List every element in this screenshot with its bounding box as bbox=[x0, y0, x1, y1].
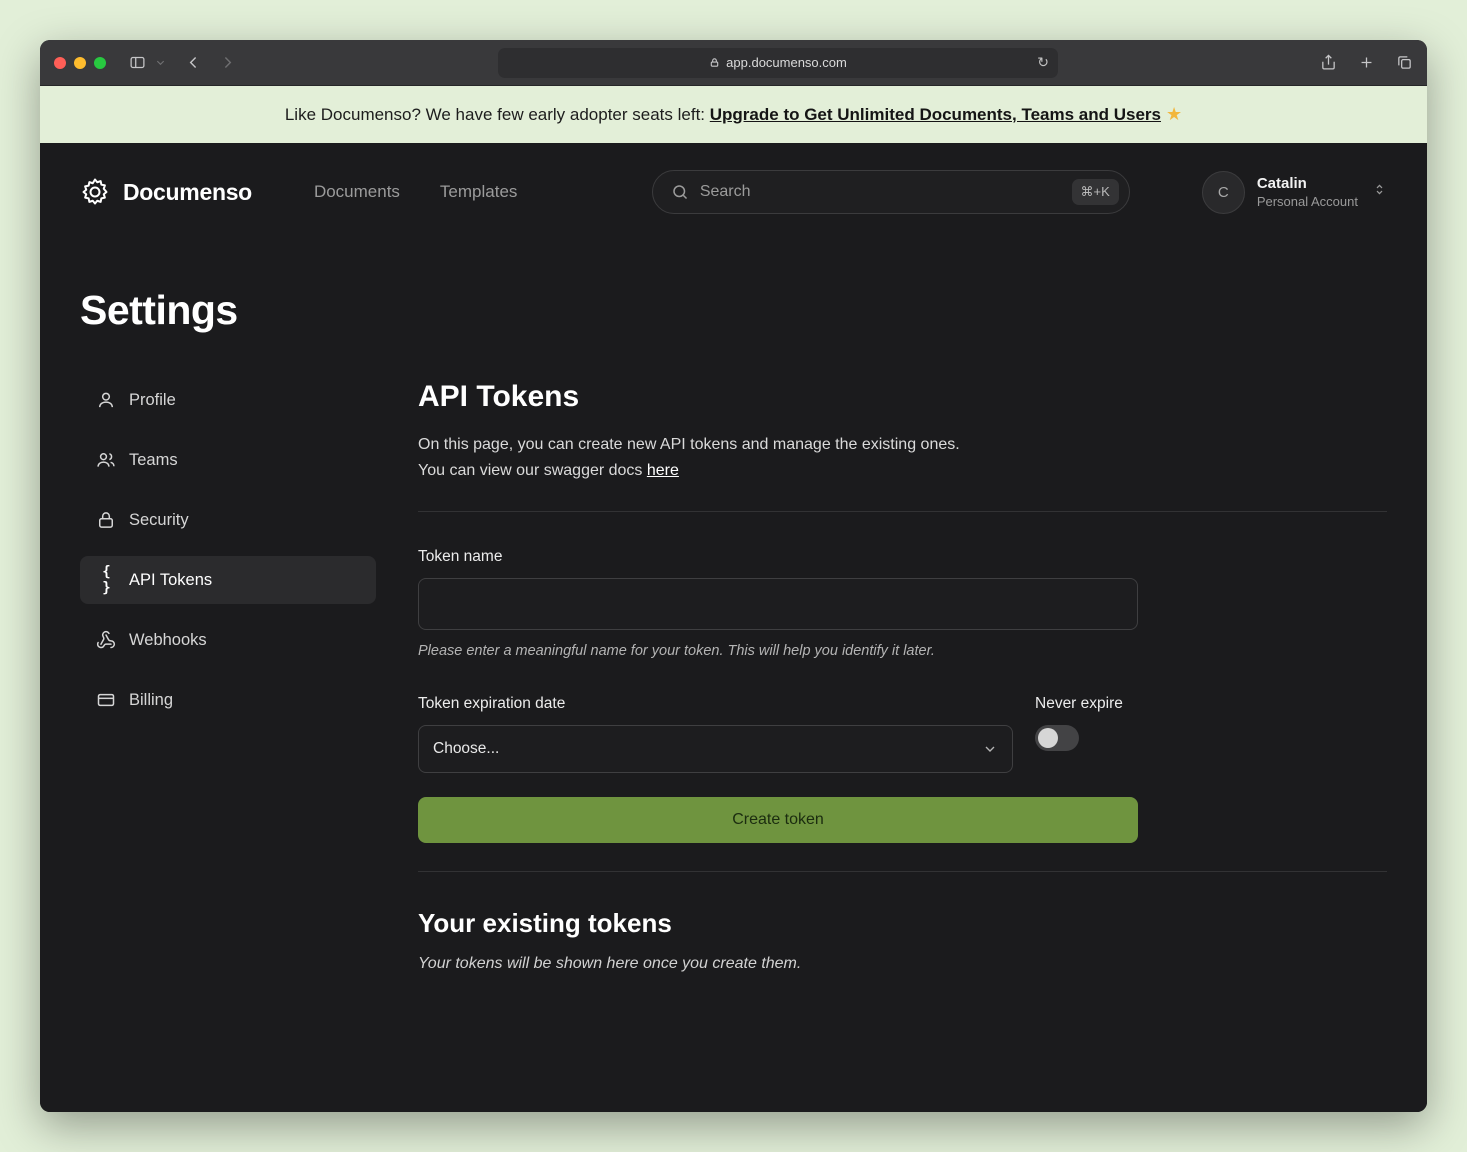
existing-tokens-heading: Your existing tokens bbox=[418, 908, 1387, 939]
expiration-column: Token expiration date Choose... bbox=[418, 659, 1013, 773]
app-header: Documenso Documents Templates ⌘+K C Cata… bbox=[80, 143, 1387, 241]
account-name: Catalin bbox=[1257, 175, 1358, 192]
search-bar[interactable]: ⌘+K bbox=[652, 170, 1130, 214]
search-shortcut-badge: ⌘+K bbox=[1072, 179, 1119, 205]
expiration-row: Token expiration date Choose... Never ex… bbox=[418, 659, 1387, 773]
account-meta: Catalin Personal Account bbox=[1257, 175, 1358, 209]
back-button[interactable] bbox=[185, 54, 202, 71]
search-icon bbox=[671, 183, 689, 201]
swagger-docs-link[interactable]: here bbox=[647, 462, 679, 479]
url-text: app.documenso.com bbox=[726, 55, 847, 70]
description-line-2: You can view our swagger docs bbox=[418, 462, 647, 479]
credit-card-icon bbox=[96, 690, 116, 710]
sidebar-item-label: Webhooks bbox=[129, 631, 207, 650]
token-name-help: Please enter a meaningful name for your … bbox=[418, 643, 1387, 659]
divider bbox=[418, 871, 1387, 872]
browser-window: app.documenso.com ↻ Like Documenso? We h… bbox=[40, 40, 1427, 1112]
section-heading: API Tokens bbox=[418, 380, 1387, 414]
api-tokens-panel: API Tokens On this page, you can create … bbox=[418, 376, 1387, 973]
page-title: Settings bbox=[80, 287, 1387, 334]
nav-documents[interactable]: Documents bbox=[314, 182, 400, 202]
never-expire-toggle[interactable] bbox=[1035, 725, 1079, 751]
create-token-button[interactable]: Create token bbox=[418, 797, 1138, 843]
avatar: C bbox=[1202, 171, 1245, 214]
account-menu[interactable]: C Catalin Personal Account bbox=[1202, 171, 1387, 214]
section-description: On this page, you can create new API tok… bbox=[418, 432, 1387, 483]
braces-icon: { } bbox=[96, 564, 116, 596]
upgrade-link[interactable]: Upgrade to Get Unlimited Documents, Team… bbox=[710, 105, 1161, 124]
primary-nav: Documents Templates bbox=[314, 182, 517, 202]
divider bbox=[418, 511, 1387, 512]
sidebar-toggle-icon[interactable] bbox=[129, 54, 146, 71]
sidebar-item-label: Teams bbox=[129, 451, 178, 470]
user-icon bbox=[96, 390, 116, 410]
account-type: Personal Account bbox=[1257, 194, 1358, 209]
expiration-label: Token expiration date bbox=[418, 695, 1013, 713]
share-icon[interactable] bbox=[1320, 54, 1337, 71]
token-name-label: Token name bbox=[418, 548, 1387, 566]
tab-overview-icon[interactable] bbox=[1396, 54, 1413, 71]
brand[interactable]: Documenso bbox=[80, 177, 252, 207]
expiration-select[interactable]: Choose... bbox=[418, 725, 1013, 773]
documenso-logo-icon bbox=[80, 177, 110, 207]
brand-name: Documenso bbox=[123, 179, 252, 206]
browser-toolbar: app.documenso.com ↻ bbox=[40, 40, 1427, 86]
sidebar-item-webhooks[interactable]: Webhooks bbox=[80, 616, 376, 664]
sidebar-item-security[interactable]: Security bbox=[80, 496, 376, 544]
zoom-window-button[interactable] bbox=[94, 57, 106, 69]
never-expire-label: Never expire bbox=[1035, 695, 1123, 713]
chevron-down-icon bbox=[982, 741, 998, 757]
expiration-selected-value: Choose... bbox=[433, 740, 499, 758]
sidebar-item-billing[interactable]: Billing bbox=[80, 676, 376, 724]
users-icon bbox=[96, 450, 116, 470]
sidebar-item-label: Security bbox=[129, 511, 189, 530]
forward-button[interactable] bbox=[219, 54, 236, 71]
settings-layout: Profile Teams Security { } API Tokens We… bbox=[80, 376, 1387, 973]
sidebar-item-label: Billing bbox=[129, 691, 173, 710]
toggle-knob bbox=[1038, 728, 1058, 748]
new-tab-icon[interactable] bbox=[1358, 54, 1375, 71]
existing-tokens-empty-text: Your tokens will be shown here once you … bbox=[418, 955, 1387, 973]
chevron-up-down-icon bbox=[1372, 182, 1387, 202]
never-expire-column: Never expire bbox=[1035, 659, 1123, 751]
promo-banner: Like Documenso? We have few early adopte… bbox=[40, 86, 1427, 143]
search-input[interactable] bbox=[700, 183, 1061, 201]
sidebar-item-label: Profile bbox=[129, 391, 176, 410]
app-page: Documenso Documents Templates ⌘+K C Cata… bbox=[40, 143, 1427, 1112]
webhook-icon bbox=[96, 630, 116, 650]
close-window-button[interactable] bbox=[54, 57, 66, 69]
sidebar-chevron-down-icon[interactable] bbox=[155, 57, 166, 68]
sidebar-item-profile[interactable]: Profile bbox=[80, 376, 376, 424]
settings-sidebar: Profile Teams Security { } API Tokens We… bbox=[80, 376, 376, 973]
window-controls bbox=[54, 57, 106, 69]
url-bar[interactable]: app.documenso.com ↻ bbox=[498, 48, 1058, 78]
star-icon: ★ bbox=[1166, 104, 1182, 124]
sidebar-item-label: API Tokens bbox=[129, 571, 212, 590]
sidebar-item-api-tokens[interactable]: { } API Tokens bbox=[80, 556, 376, 604]
promo-text: Like Documenso? We have few early adopte… bbox=[285, 105, 710, 124]
nav-templates[interactable]: Templates bbox=[440, 182, 517, 202]
minimize-window-button[interactable] bbox=[74, 57, 86, 69]
token-name-input[interactable] bbox=[418, 578, 1138, 630]
description-line-1: On this page, you can create new API tok… bbox=[418, 436, 960, 453]
sidebar-item-teams[interactable]: Teams bbox=[80, 436, 376, 484]
lock-icon bbox=[96, 510, 116, 530]
lock-icon bbox=[709, 57, 720, 68]
refresh-icon[interactable]: ↻ bbox=[1037, 54, 1049, 71]
